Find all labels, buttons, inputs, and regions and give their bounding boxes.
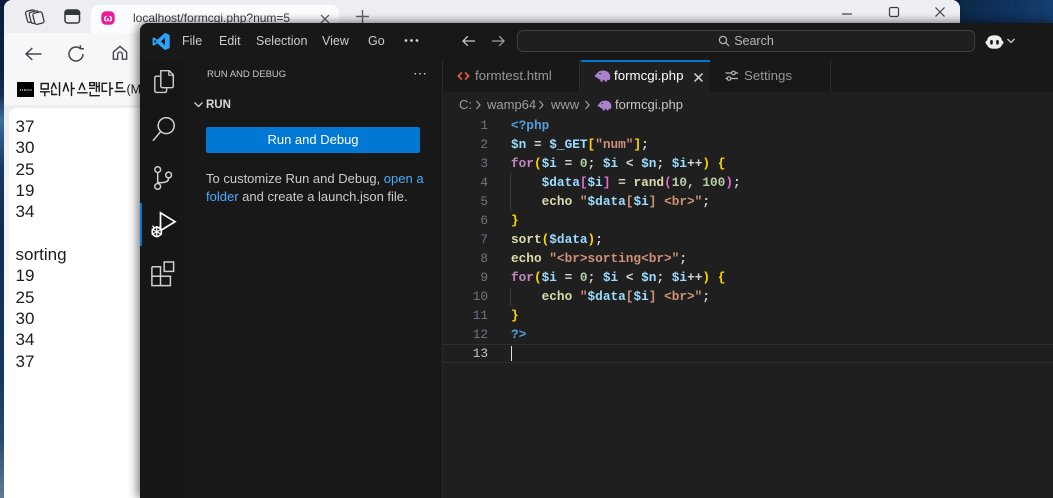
svg-text:(M: (M xyxy=(127,83,142,97)
svg-text:ω: ω xyxy=(104,13,113,25)
